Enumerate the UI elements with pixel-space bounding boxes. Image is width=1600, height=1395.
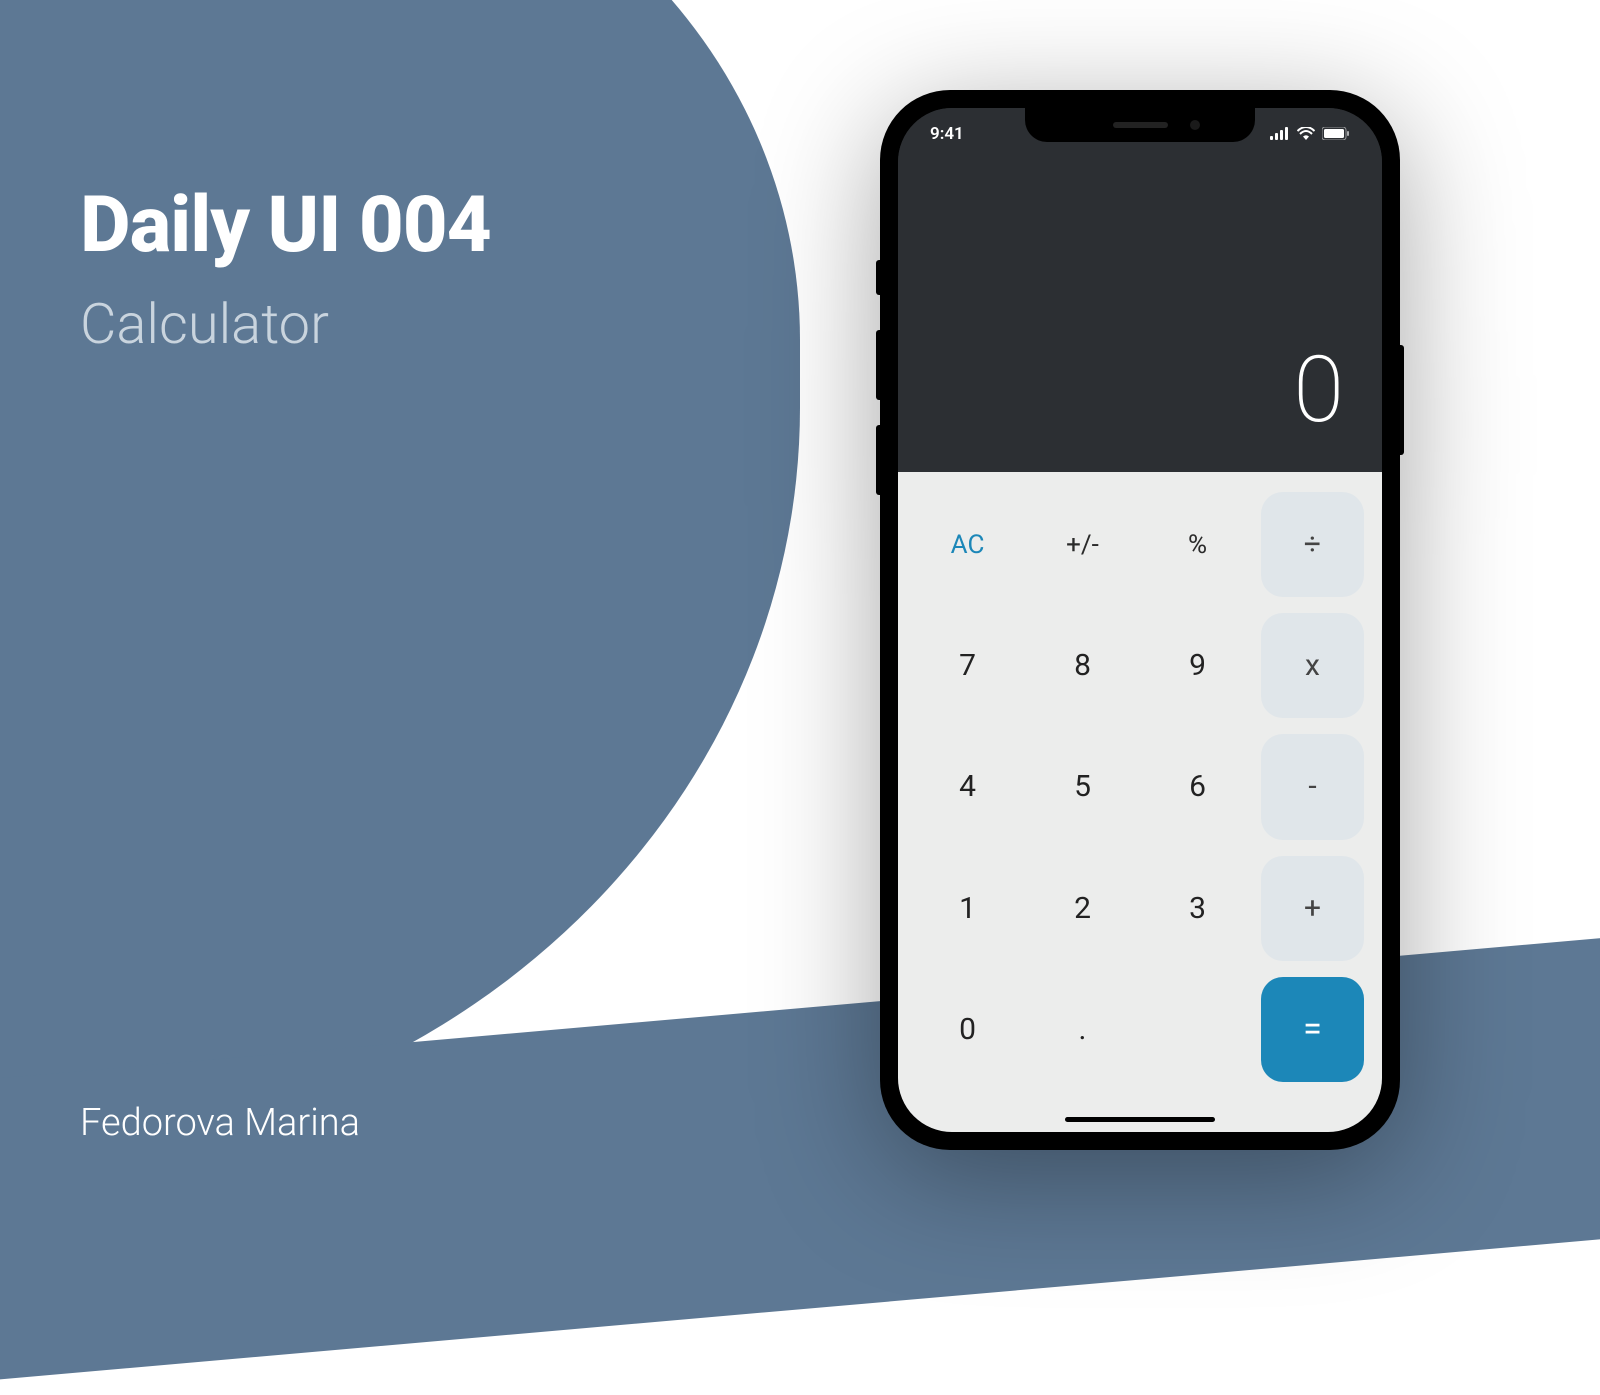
phone-frame: 9:41 [880, 90, 1400, 1150]
divide-button[interactable]: ÷ [1261, 492, 1364, 597]
status-time: 9:41 [930, 124, 964, 144]
signal-icon [1270, 125, 1290, 144]
multiply-button[interactable]: x [1261, 613, 1364, 718]
wifi-icon [1297, 125, 1315, 144]
percent-button[interactable]: % [1146, 492, 1249, 597]
battery-icon [1322, 125, 1350, 144]
five-button[interactable]: 5 [1031, 734, 1134, 839]
home-indicator[interactable] [1065, 1117, 1215, 1122]
seven-button[interactable]: 7 [916, 613, 1019, 718]
calculator-display: 0 [898, 108, 1382, 472]
eight-button[interactable]: 8 [1031, 613, 1134, 718]
three-button[interactable]: 3 [1146, 856, 1249, 961]
background-blob-top [0, 0, 800, 1150]
equals-button[interactable]: = [1261, 977, 1364, 1082]
speaker-icon [1113, 122, 1168, 128]
four-button[interactable]: 4 [916, 734, 1019, 839]
plus-button[interactable]: + [1261, 856, 1364, 961]
author-name: Fedorova Marina [80, 1101, 360, 1145]
six-button[interactable]: 6 [1146, 734, 1249, 839]
one-button[interactable]: 1 [916, 856, 1019, 961]
status-icons [1270, 125, 1350, 144]
clear-button[interactable]: AC [916, 492, 1019, 597]
phone-power-button [1400, 345, 1404, 455]
minus-button[interactable]: - [1261, 734, 1364, 839]
calculator-keypad: AC +/- % ÷ 7 8 9 x 4 5 6 - 1 2 3 + 0 [898, 472, 1382, 1132]
nine-button[interactable]: 9 [1146, 613, 1249, 718]
camera-icon [1190, 120, 1200, 130]
phone-screen: 9:41 [898, 108, 1382, 1132]
page-subtitle: Calculator [80, 291, 491, 357]
plus-minus-button[interactable]: +/- [1031, 492, 1134, 597]
display-value: 0 [1293, 337, 1344, 444]
two-button[interactable]: 2 [1031, 856, 1134, 961]
title-block: Daily UI 004 Calculator [80, 180, 491, 357]
decimal-button[interactable]: . [1031, 977, 1134, 1082]
phone-mockup: 9:41 [880, 90, 1400, 1150]
phone-notch [1025, 108, 1255, 142]
zero-button[interactable]: 0 [916, 977, 1019, 1082]
page-title: Daily UI 004 [80, 180, 491, 271]
